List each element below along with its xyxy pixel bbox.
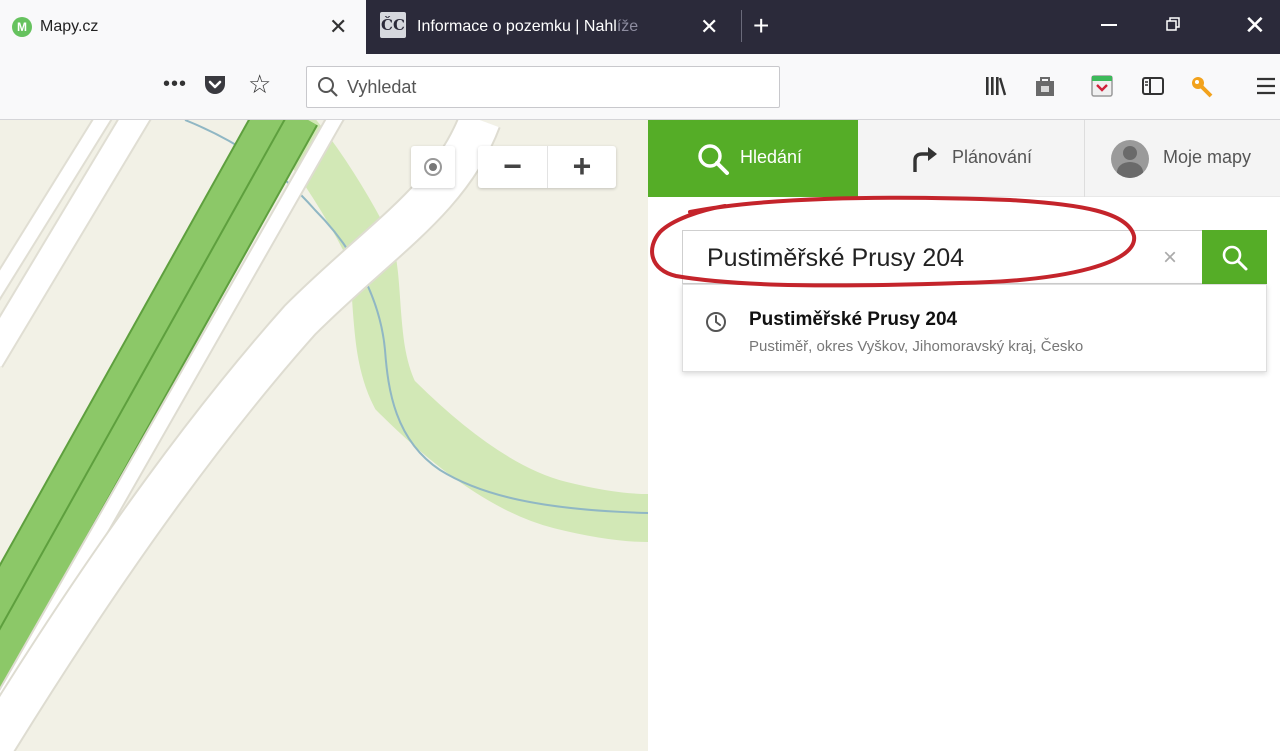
side-panel: Hledání Plánování Moje mapy Pustiměřské … [648, 120, 1280, 751]
restore-window-icon[interactable] [1166, 17, 1180, 31]
close-tab-icon[interactable]: ✕ [329, 16, 347, 38]
zoom-controls: − + [478, 146, 616, 188]
browser-search-input[interactable] [347, 75, 767, 99]
map-features [0, 120, 648, 751]
tab-my-maps[interactable]: Moje mapy [1084, 120, 1280, 197]
close-window-icon[interactable]: ✕ [1244, 10, 1266, 40]
route-turn-icon [913, 147, 937, 172]
map-canvas[interactable]: − + [0, 120, 648, 751]
tab-my-maps-label: Moje mapy [1163, 147, 1252, 167]
search-icon [318, 77, 338, 97]
tab-title: Mapy.cz [40, 18, 99, 35]
menu-icon[interactable] [1254, 74, 1278, 98]
place-search-field[interactable]: Pustiměřské Prusy 204 × [682, 230, 1202, 284]
page-actions-icon[interactable]: ••• [163, 74, 187, 94]
tab-search[interactable]: Hledání [648, 120, 858, 197]
suggestion-item[interactable]: Pustiměřské Prusy 204 Pustiměř, okres Vy… [682, 284, 1267, 372]
panel-tabs: Hledání Plánování Moje mapy [648, 120, 1280, 197]
library-icon[interactable] [983, 74, 1007, 98]
tab-planning-label: Plánování [952, 147, 1033, 167]
search-icon [698, 144, 729, 175]
browser-search-box[interactable] [306, 66, 780, 108]
zoom-in-button[interactable]: + [547, 146, 616, 188]
tab-separator [741, 10, 742, 42]
locate-me-button[interactable] [411, 146, 455, 188]
history-clock-icon [706, 312, 726, 332]
mapy-favicon-icon: M [12, 17, 32, 37]
minimize-icon[interactable] [1101, 24, 1117, 26]
close-tab-icon[interactable]: ✕ [700, 16, 718, 38]
pocket-list-icon[interactable] [1090, 74, 1114, 98]
user-avatar-icon [1111, 140, 1149, 178]
search-submit-button[interactable] [1202, 230, 1267, 284]
suggestion-title: Pustiměřské Prusy 204 [749, 309, 958, 330]
key-icon[interactable] [1190, 74, 1214, 98]
place-search-value: Pustiměřské Prusy 204 [707, 244, 965, 272]
locate-icon [424, 158, 442, 176]
tab-bar: M Mapy.cz ✕ ČC Informace o pozemku | Nah… [0, 0, 1280, 54]
new-tab-icon[interactable]: + [753, 12, 769, 40]
tab-title-text: Informace o pozemku | Nahl [417, 18, 617, 35]
tab-planning[interactable]: Plánování [858, 120, 1084, 197]
tab-title-pozemek[interactable]: Informace o pozemku | Nahlíže [417, 17, 701, 37]
tab-mapy[interactable]: M Mapy.cz ✕ [0, 0, 366, 54]
bookmark-star-icon[interactable]: ☆ [248, 70, 271, 98]
cuzk-favicon-icon: ČC [380, 12, 406, 38]
suggestion-subtitle: Pustiměř, okres Vyškov, Jihomoravský kra… [749, 338, 1084, 355]
clear-search-icon[interactable]: × [1163, 245, 1177, 271]
sidebar-icon[interactable] [1141, 74, 1165, 98]
search-icon [1222, 245, 1248, 271]
tab-search-label: Hledání [740, 147, 803, 167]
tab-title-faded: íže [616, 18, 639, 35]
nav-bar: ••• ☆ [0, 54, 1280, 120]
pocket-icon[interactable] [203, 74, 227, 96]
extension-bag-icon[interactable] [1033, 74, 1057, 98]
zoom-out-button[interactable]: − [478, 146, 547, 188]
